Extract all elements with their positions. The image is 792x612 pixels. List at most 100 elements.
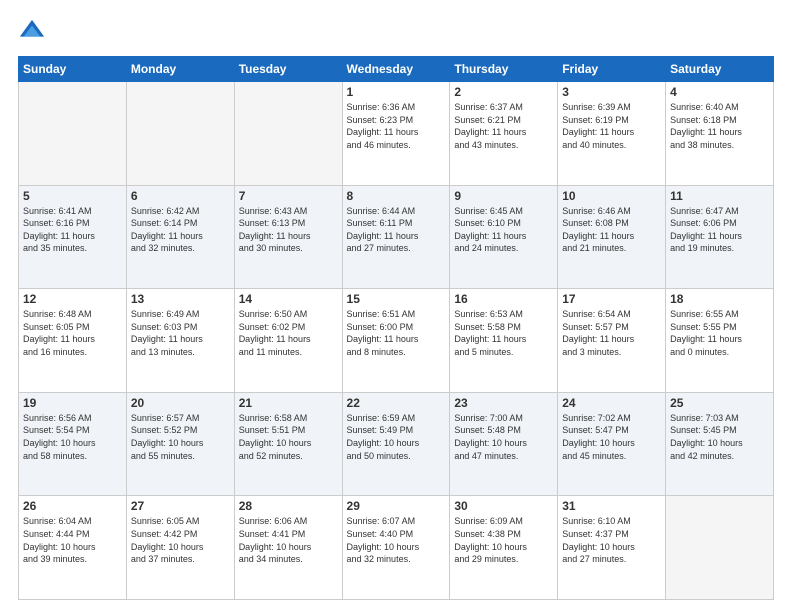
calendar-cell xyxy=(126,82,234,186)
day-info: Sunrise: 6:45 AMSunset: 6:10 PMDaylight:… xyxy=(454,205,553,255)
calendar-cell: 20Sunrise: 6:57 AMSunset: 5:52 PMDayligh… xyxy=(126,392,234,496)
day-number: 21 xyxy=(239,396,338,410)
day-info: Sunrise: 6:54 AMSunset: 5:57 PMDaylight:… xyxy=(562,308,661,358)
calendar-week-row: 12 Sunrise: 6:48 AMSunset: 6:05 PMDayligh… xyxy=(19,289,774,393)
day-number: 6 xyxy=(131,189,230,203)
day-info: Sunrise: 6:06 AMSunset: 4:41 PMDaylight:… xyxy=(239,515,338,565)
day-number: 30 xyxy=(454,499,553,513)
calendar-cell: 19 Sunrise: 6:56 AMSunset: 5:54 PMDayligh… xyxy=(19,392,127,496)
day-info: Sunrise: 6:49 AMSunset: 6:03 PMDaylight:… xyxy=(131,308,230,358)
calendar-cell: 25Sunrise: 7:03 AMSunset: 5:45 PMDayligh… xyxy=(666,392,774,496)
day-number: 31 xyxy=(562,499,661,513)
calendar-cell: 17 Sunrise: 6:54 AMSunset: 5:57 PMDayligh… xyxy=(558,289,666,393)
day-number: 27 xyxy=(131,499,230,513)
logo xyxy=(18,18,50,46)
day-info: Sunrise: 7:02 AMSunset: 5:47 PMDaylight:… xyxy=(562,412,661,462)
day-info: Sunrise: 6:58 AMSunset: 5:51 PMDaylight:… xyxy=(239,412,338,462)
day-info: Sunrise: 6:44 AMSunset: 6:11 PMDaylight:… xyxy=(347,205,446,255)
calendar-cell: 24 Sunrise: 7:02 AMSunset: 5:47 PMDayligh… xyxy=(558,392,666,496)
day-info: Sunrise: 6:55 AMSunset: 5:55 PMDaylight:… xyxy=(670,308,769,358)
day-number: 17 xyxy=(562,292,661,306)
day-number: 22 xyxy=(347,396,446,410)
day-info: Sunrise: 6:53 AMSunset: 5:58 PMDaylight:… xyxy=(454,308,553,358)
day-info: Sunrise: 6:41 AMSunset: 6:16 PMDaylight:… xyxy=(23,205,122,255)
calendar-week-row: 19 Sunrise: 6:56 AMSunset: 5:54 PMDayligh… xyxy=(19,392,774,496)
day-info: Sunrise: 6:59 AMSunset: 5:49 PMDaylight:… xyxy=(347,412,446,462)
day-info: Sunrise: 6:09 AMSunset: 4:38 PMDaylight:… xyxy=(454,515,553,565)
column-header-monday: Monday xyxy=(126,57,234,82)
calendar-cell: 14 Sunrise: 6:50 AMSunset: 6:02 PMDayligh… xyxy=(234,289,342,393)
day-number: 2 xyxy=(454,85,553,99)
day-number: 4 xyxy=(670,85,769,99)
day-number: 24 xyxy=(562,396,661,410)
day-info: Sunrise: 6:46 AMSunset: 6:08 PMDaylight:… xyxy=(562,205,661,255)
day-number: 19 xyxy=(23,396,122,410)
calendar-cell: 22 Sunrise: 6:59 AMSunset: 5:49 PMDayligh… xyxy=(342,392,450,496)
calendar-cell xyxy=(234,82,342,186)
day-number: 7 xyxy=(239,189,338,203)
column-header-wednesday: Wednesday xyxy=(342,57,450,82)
day-info: Sunrise: 6:37 AMSunset: 6:21 PMDaylight:… xyxy=(454,101,553,151)
day-number: 15 xyxy=(347,292,446,306)
calendar-cell: 1 Sunrise: 6:36 AMSunset: 6:23 PMDaylight… xyxy=(342,82,450,186)
column-header-thursday: Thursday xyxy=(450,57,558,82)
calendar-cell: 12 Sunrise: 6:48 AMSunset: 6:05 PMDayligh… xyxy=(19,289,127,393)
day-number: 18 xyxy=(670,292,769,306)
day-number: 16 xyxy=(454,292,553,306)
calendar-table: SundayMondayTuesdayWednesdayThursdayFrid… xyxy=(18,56,774,600)
column-header-saturday: Saturday xyxy=(666,57,774,82)
day-info: Sunrise: 6:48 AMSunset: 6:05 PMDaylight:… xyxy=(23,308,122,358)
column-header-tuesday: Tuesday xyxy=(234,57,342,82)
calendar-cell: 23 Sunrise: 7:00 AMSunset: 5:48 PMDayligh… xyxy=(450,392,558,496)
day-info: Sunrise: 6:50 AMSunset: 6:02 PMDaylight:… xyxy=(239,308,338,358)
day-number: 23 xyxy=(454,396,553,410)
day-number: 11 xyxy=(670,189,769,203)
calendar-week-row: 26Sunrise: 6:04 AMSunset: 4:44 PMDayligh… xyxy=(19,496,774,600)
calendar-cell: 5 Sunrise: 6:41 AMSunset: 6:16 PMDaylight… xyxy=(19,185,127,289)
calendar-cell: 11 Sunrise: 6:47 AMSunset: 6:06 PMDayligh… xyxy=(666,185,774,289)
calendar-cell: 2 Sunrise: 6:37 AMSunset: 6:21 PMDaylight… xyxy=(450,82,558,186)
day-info: Sunrise: 6:05 AMSunset: 4:42 PMDaylight:… xyxy=(131,515,230,565)
calendar-header-row: SundayMondayTuesdayWednesdayThursdayFrid… xyxy=(19,57,774,82)
day-info: Sunrise: 6:47 AMSunset: 6:06 PMDaylight:… xyxy=(670,205,769,255)
day-number: 8 xyxy=(347,189,446,203)
calendar-cell: 3 Sunrise: 6:39 AMSunset: 6:19 PMDaylight… xyxy=(558,82,666,186)
day-info: Sunrise: 6:36 AMSunset: 6:23 PMDaylight:… xyxy=(347,101,446,151)
day-info: Sunrise: 7:00 AMSunset: 5:48 PMDaylight:… xyxy=(454,412,553,462)
logo-icon xyxy=(18,18,46,46)
calendar-cell: 10Sunrise: 6:46 AMSunset: 6:08 PMDayligh… xyxy=(558,185,666,289)
day-number: 3 xyxy=(562,85,661,99)
calendar-cell: 31 Sunrise: 6:10 AMSunset: 4:37 PMDayligh… xyxy=(558,496,666,600)
calendar-cell: 4 Sunrise: 6:40 AMSunset: 6:18 PMDaylight… xyxy=(666,82,774,186)
calendar-cell xyxy=(666,496,774,600)
day-number: 9 xyxy=(454,189,553,203)
calendar-cell: 6Sunrise: 6:42 AMSunset: 6:14 PMDaylight… xyxy=(126,185,234,289)
calendar-cell: 26Sunrise: 6:04 AMSunset: 4:44 PMDayligh… xyxy=(19,496,127,600)
column-header-sunday: Sunday xyxy=(19,57,127,82)
day-info: Sunrise: 6:43 AMSunset: 6:13 PMDaylight:… xyxy=(239,205,338,255)
calendar-cell: 16 Sunrise: 6:53 AMSunset: 5:58 PMDayligh… xyxy=(450,289,558,393)
day-info: Sunrise: 6:40 AMSunset: 6:18 PMDaylight:… xyxy=(670,101,769,151)
day-info: Sunrise: 6:56 AMSunset: 5:54 PMDaylight:… xyxy=(23,412,122,462)
day-info: Sunrise: 6:07 AMSunset: 4:40 PMDaylight:… xyxy=(347,515,446,565)
day-info: Sunrise: 6:10 AMSunset: 4:37 PMDaylight:… xyxy=(562,515,661,565)
day-info: Sunrise: 6:04 AMSunset: 4:44 PMDaylight:… xyxy=(23,515,122,565)
calendar-cell: 13 Sunrise: 6:49 AMSunset: 6:03 PMDayligh… xyxy=(126,289,234,393)
day-number: 12 xyxy=(23,292,122,306)
calendar-cell xyxy=(19,82,127,186)
day-number: 29 xyxy=(347,499,446,513)
day-info: Sunrise: 6:51 AMSunset: 6:00 PMDaylight:… xyxy=(347,308,446,358)
calendar-cell: 7 Sunrise: 6:43 AMSunset: 6:13 PMDaylight… xyxy=(234,185,342,289)
day-info: Sunrise: 6:39 AMSunset: 6:19 PMDaylight:… xyxy=(562,101,661,151)
calendar-cell: 29 Sunrise: 6:07 AMSunset: 4:40 PMDayligh… xyxy=(342,496,450,600)
day-number: 1 xyxy=(347,85,446,99)
calendar-week-row: 5 Sunrise: 6:41 AMSunset: 6:16 PMDaylight… xyxy=(19,185,774,289)
day-number: 14 xyxy=(239,292,338,306)
calendar-cell: 21 Sunrise: 6:58 AMSunset: 5:51 PMDayligh… xyxy=(234,392,342,496)
column-header-friday: Friday xyxy=(558,57,666,82)
calendar-cell: 8 Sunrise: 6:44 AMSunset: 6:11 PMDaylight… xyxy=(342,185,450,289)
header xyxy=(18,18,774,46)
day-number: 13 xyxy=(131,292,230,306)
day-number: 25 xyxy=(670,396,769,410)
day-number: 5 xyxy=(23,189,122,203)
